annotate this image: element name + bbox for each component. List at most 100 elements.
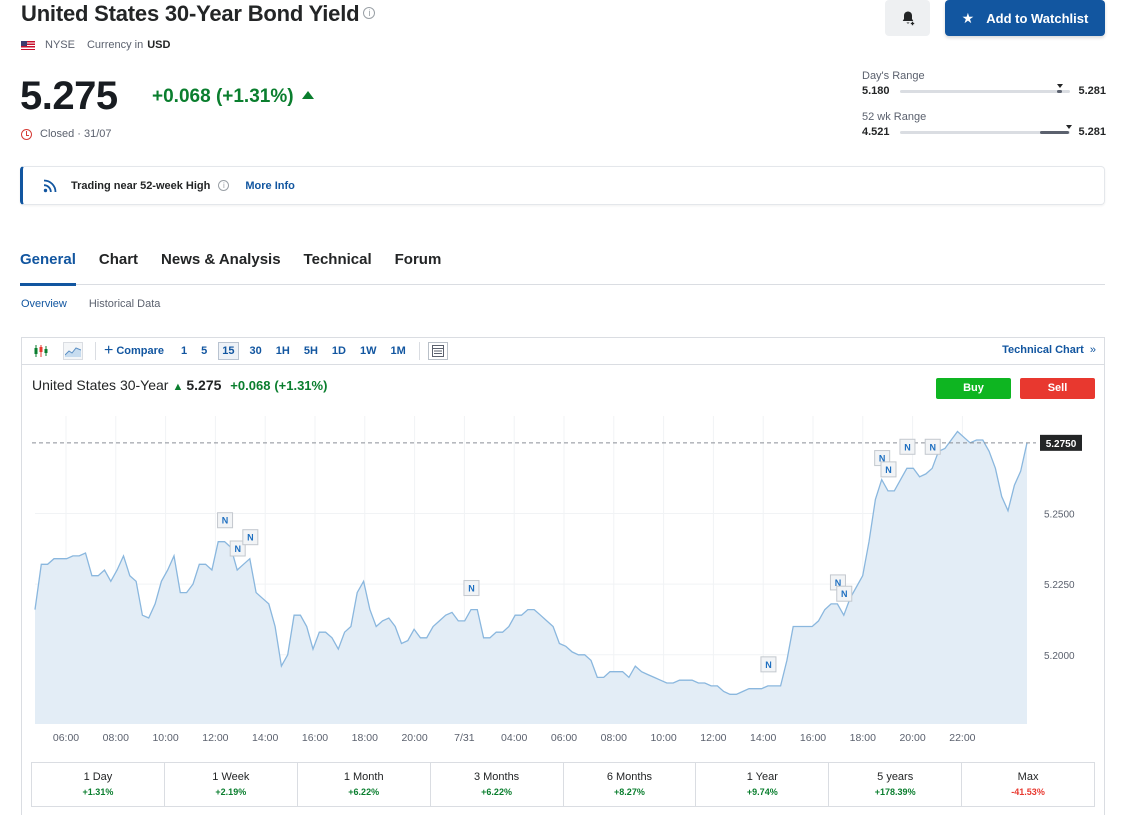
performance-value: +2.19% (215, 787, 247, 797)
tab-technical[interactable]: Technical (304, 248, 372, 285)
info-icon[interactable]: i (218, 180, 230, 191)
sub-tabs: Overview Historical Data (21, 298, 182, 310)
up-arrow-icon: ▲ (172, 381, 184, 393)
tab-forum[interactable]: Forum (395, 248, 442, 285)
title-text: United States 30-Year Bond Yield (21, 1, 360, 26)
news-marker-label: N (765, 660, 772, 670)
up-arrow-icon (301, 91, 314, 99)
y-tick-label: 5.2250 (1044, 580, 1075, 591)
technical-chart-link[interactable]: Technical Chart » (1002, 344, 1096, 356)
news-marker-label: N (929, 442, 936, 452)
52wk-range-bar (899, 124, 1072, 134)
interval-15[interactable]: 15 (218, 342, 239, 360)
52wk-range-marker (1065, 124, 1072, 129)
x-tick-label: 04:00 (501, 732, 527, 744)
chart-instrument-name: United States 30-Year (32, 377, 169, 393)
interval-1d[interactable]: 1D (329, 343, 349, 359)
days-range-low: 5.180 (862, 85, 890, 97)
market-status: Closed · 31/07 (21, 128, 112, 140)
performance-value: +178.39% (874, 787, 916, 797)
buy-button[interactable]: Buy (936, 378, 1011, 399)
technical-chart-label: Technical Chart (1002, 344, 1084, 356)
x-tick-label: 14:00 (252, 732, 278, 744)
bell-plus-icon (902, 11, 914, 26)
change-value: +0.068 (152, 86, 211, 107)
create-alert-button[interactable] (885, 0, 930, 36)
52wk-range-fill (1039, 130, 1069, 134)
x-tick-label: 18:00 (850, 732, 876, 744)
x-tick-label: 20:00 (401, 732, 427, 744)
interval-30[interactable]: 30 (247, 343, 265, 359)
sell-button[interactable]: Sell (1020, 378, 1095, 399)
52wk-range-label: 52 wk Range (862, 111, 927, 123)
performance-value: +6.22% (348, 787, 380, 797)
chart-change-percent: (+1.31%) (274, 378, 328, 393)
us-flag-icon (21, 40, 35, 50)
performance-cell: 1 Year +9.74% (696, 763, 830, 806)
performance-period: 3 Months (473, 771, 520, 783)
area-fill (35, 431, 1027, 724)
tab-general[interactable]: General (20, 248, 76, 286)
subtab-overview[interactable]: Overview (21, 298, 67, 310)
performance-period: 1 Month (343, 771, 384, 783)
currency-value: USD (147, 39, 171, 51)
price-area-chart[interactable]: Investing.com5.27505.25005.22505.200006:… (22, 410, 1104, 810)
x-tick-label: 7/31 (454, 732, 475, 744)
compare-label: Compare (116, 345, 165, 357)
area-chart-icon[interactable] (63, 342, 83, 360)
performance-period: 1 Year (746, 771, 778, 783)
tab-news-analysis[interactable]: News & Analysis (161, 248, 281, 285)
interval-5[interactable]: 5 (198, 343, 210, 359)
plus-icon: + (104, 342, 114, 359)
x-tick-label: 20:00 (899, 732, 925, 744)
rss-icon (43, 179, 57, 192)
info-icon[interactable]: i (363, 7, 376, 19)
performance-value: +1.31% (82, 787, 114, 797)
main-tabs: General Chart News & Analysis Technical … (20, 248, 1105, 286)
toolbar-divider (95, 342, 96, 360)
performance-cell: 1 Month +6.22% (298, 763, 431, 806)
signal-banner: Trading near 52-week High i More Info (20, 166, 1105, 205)
performance-cell: 3 Months +6.22% (431, 763, 564, 806)
table-view-icon[interactable] (427, 342, 448, 360)
performance-cell: Max -41.53% (962, 763, 1094, 806)
days-range-marker (1057, 83, 1064, 88)
add-to-watchlist-button[interactable]: ★ Add to Watchlist (945, 0, 1105, 36)
performance-period: 5 years (877, 771, 914, 783)
y-tick-label: 5.2500 (1044, 509, 1075, 520)
chart-header: United States 30-Year ▲ 5.275 +0.068 (+1.3… (32, 377, 327, 393)
news-marker-label: N (904, 442, 911, 452)
performance-cell: 6 Months +8.27% (564, 763, 697, 806)
instrument-meta: NYSE Currency in USD (21, 39, 170, 51)
x-tick-label: 08:00 (103, 732, 129, 744)
x-tick-label: 16:00 (800, 732, 826, 744)
performance-summary: 1 Day +1.31% 1 Week +2.19% 1 Month +6.22% 3 Mo… (31, 762, 1095, 807)
performance-period: Max (1017, 771, 1039, 783)
52wk-range-low: 4.521 (862, 126, 890, 138)
x-tick-label: 22:00 (949, 732, 975, 744)
last-price: 5.275 (20, 74, 118, 118)
subtab-historical-data[interactable]: Historical Data (89, 298, 161, 310)
more-info-link[interactable]: More Info (245, 180, 295, 192)
days-range: Day's Range 5.180 5.281 (862, 70, 1106, 97)
performance-cell: 1 Day +1.31% (32, 763, 165, 806)
tab-chart[interactable]: Chart (99, 248, 138, 285)
interval-1[interactable]: 1 (178, 343, 190, 359)
candlestick-icon[interactable] (31, 342, 51, 360)
chart-toolbar: + Compare 1 5 15 30 1H 5H 1D 1W 1M Techn… (22, 338, 1104, 365)
interval-1w[interactable]: 1W (357, 343, 380, 359)
days-range-high: 5.281 (1078, 85, 1106, 97)
performance-cell: 5 years +178.39% (829, 763, 963, 806)
interval-1h[interactable]: 1H (273, 343, 293, 359)
interval-5h[interactable]: 5H (301, 343, 321, 359)
page-title: United States 30-Year Bond Yield i (21, 1, 376, 27)
y-tick-label: 5.2000 (1044, 651, 1075, 662)
performance-value: +8.27% (614, 787, 645, 797)
news-marker-label: N (885, 465, 892, 475)
x-tick-label: 08:00 (601, 732, 627, 744)
interval-1m[interactable]: 1M (387, 343, 408, 359)
compare-button[interactable]: + Compare (104, 342, 164, 360)
performance-value: -41.53% (1011, 787, 1045, 797)
watchlist-label: Add to Watchlist (986, 10, 1089, 26)
x-tick-label: 06:00 (53, 732, 79, 744)
